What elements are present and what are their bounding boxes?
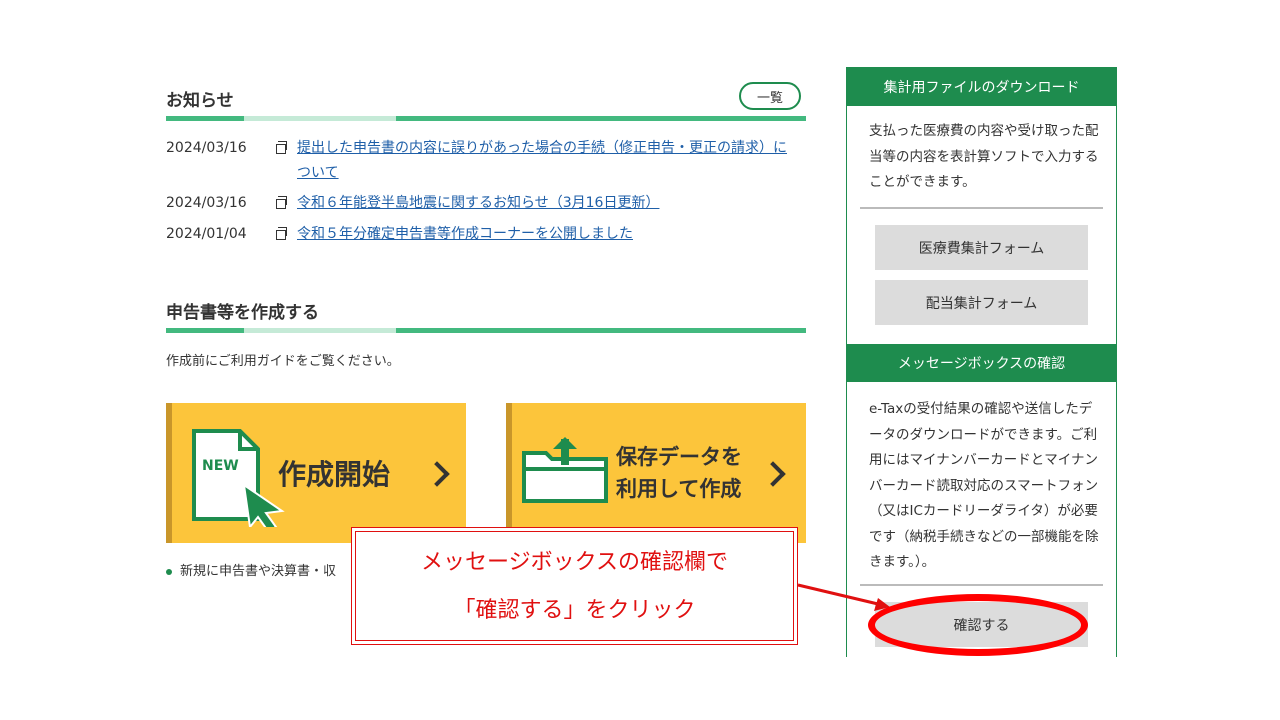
divider: [860, 207, 1103, 209]
use-saved-data-button[interactable]: 保存データを 利用して作成: [506, 403, 806, 543]
news-title-rule: [166, 116, 806, 121]
document-icon: [276, 227, 287, 240]
news-item: 2024/03/16 提出した申告書の内容に誤りがあった場合の手続（修正申告・更…: [166, 140, 806, 190]
news-list-button[interactable]: 一覧: [739, 82, 801, 110]
medical-expense-form-button[interactable]: 医療費集計フォーム: [875, 225, 1088, 270]
instruction-callout: メッセージボックスの確認欄で 「確認する」をクリック: [351, 527, 798, 645]
dividend-form-button[interactable]: 配当集計フォーム: [875, 280, 1088, 325]
start-create-button[interactable]: NEW 作成開始: [166, 403, 466, 543]
chevron-right-icon: [424, 461, 450, 487]
download-section-title: 集計用ファイルのダウンロード: [847, 68, 1116, 106]
highlight-ellipse: [868, 594, 1088, 656]
sidebar: 集計用ファイルのダウンロード 支払った医療費の内容や受け取った配当等の内容を表計…: [846, 67, 1117, 657]
document-icon: [276, 196, 287, 209]
callout-line-1: メッセージボックスの確認欄で: [421, 550, 728, 575]
chevron-right-icon: [760, 461, 786, 487]
news-date: 2024/03/16: [166, 195, 247, 211]
create-title-rule: [166, 328, 806, 333]
message-box-section-title: メッセージボックスの確認: [847, 344, 1116, 382]
create-title: 申告書等を作成する: [166, 303, 319, 323]
download-description: 支払った医療費の内容や受け取った配当等の内容を表計算ソフトで入力することができま…: [869, 123, 1099, 190]
document-icon: [276, 141, 287, 154]
news-item: 2024/03/16 令和６年能登半島地震に関するお知らせ（3月16日更新）: [166, 195, 806, 217]
news-link[interactable]: 提出した申告書の内容に誤りがあった場合の手続（修正申告・更正の請求）に ついて: [297, 136, 797, 186]
news-link[interactable]: 令和５年分確定申告書等作成コーナーを公開しました: [297, 222, 633, 247]
news-link[interactable]: 令和６年能登半島地震に関するお知らせ（3月16日更新）: [297, 191, 659, 216]
new-badge: NEW: [202, 458, 239, 474]
bullet-dot-icon: [166, 568, 172, 575]
news-title: お知らせ: [166, 91, 234, 111]
news-date: 2024/03/16: [166, 140, 247, 156]
start-create-label: 作成開始: [278, 458, 391, 491]
news-date: 2024/01/04: [166, 226, 247, 242]
divider: [860, 584, 1103, 586]
folder-upload-icon: [522, 437, 608, 503]
guide-text: 作成前にご利用ガイドをご覧ください。: [166, 354, 400, 369]
bullet-item: 新規に申告書や決算書・収: [166, 560, 336, 579]
callout-line-2: 「確認する」をクリック: [453, 598, 696, 623]
news-item: 2024/01/04 令和５年分確定申告書等作成コーナーを公開しました: [166, 226, 806, 248]
new-document-icon: [192, 429, 285, 527]
message-box-description: e-Taxの受付結果の確認や送信したデータのダウンロードができます。ご利用にはマ…: [869, 401, 1099, 570]
use-saved-data-label: 保存データを 利用して作成: [616, 445, 742, 501]
